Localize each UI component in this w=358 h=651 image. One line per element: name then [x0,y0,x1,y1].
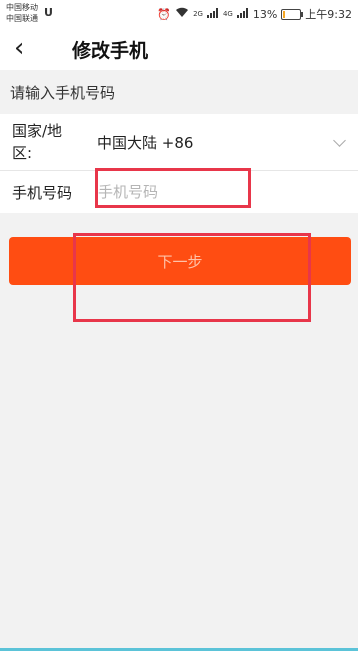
country-selector[interactable]: 中国大陆 +86 [97,132,193,153]
signal-icon-1 [206,7,219,21]
phone-label: 手机号码 [12,184,73,202]
carrier-1: 中国移动 [6,3,38,12]
section-title: 请输入手机号码 [10,84,116,102]
status-right: ⏰ 2G 4G 13% 上午9:32 [157,6,352,22]
status-bar: 中国移动 中国联通 U ⏰ 2G 4G 13% 上午9:32 [0,0,358,28]
battery-percent: 13% [252,7,278,21]
next-step-button[interactable]: 下一步 [9,237,351,285]
battery-icon [281,8,304,20]
page-title: 修改手机 [72,40,149,62]
section-header: 请输入手机号码 [0,72,358,112]
signal-icon-2 [236,7,249,21]
phone-input[interactable] [98,177,248,207]
phone-row: 手机号码 [0,171,358,213]
clock: 上午9:32 [305,8,352,21]
battery-fill [283,10,286,18]
carrier-info: 中国移动 中国联通 [6,2,38,24]
wifi-icon [175,7,189,21]
network-4g-label: 4G [222,10,233,18]
chevron-down-icon[interactable] [333,134,346,147]
notification-icon: U [44,6,53,19]
phone-form: 国家/地区: 中国大陆 +86 手机号码 [0,114,358,213]
back-arrow-icon[interactable]: ‹ [14,34,42,64]
network-2g-label: 2G [193,10,203,18]
country-label: 国家/地区: [12,122,63,162]
carrier-2: 中国联通 [6,14,38,23]
country-row[interactable]: 国家/地区: 中国大陆 +86 [0,114,358,171]
alarm-icon: ⏰ [157,7,172,21]
app-header: ‹ 修改手机 [0,28,358,70]
